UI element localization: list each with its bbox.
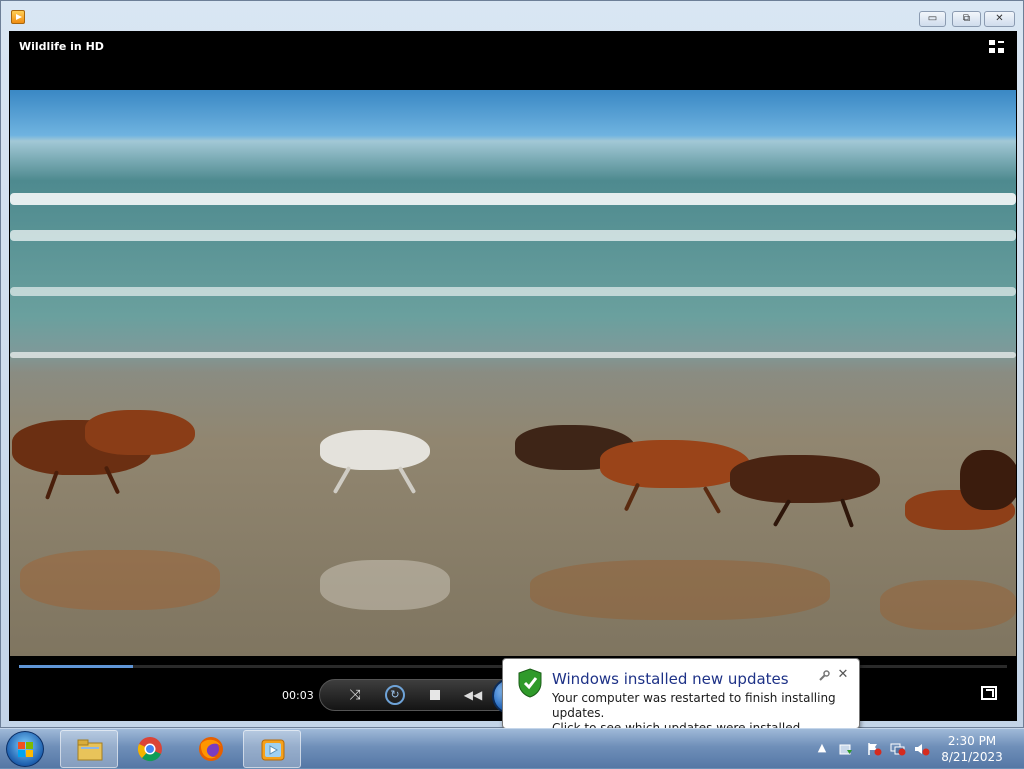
- firefox-icon: [199, 737, 223, 761]
- elapsed-time: 00:03: [282, 689, 314, 702]
- stop-button[interactable]: [425, 687, 445, 703]
- clock-date[interactable]: 8/21/2023: [926, 750, 1018, 764]
- chrome-icon: [137, 737, 162, 762]
- taskbar-firefox[interactable]: [182, 730, 240, 768]
- windows-update-icon[interactable]: [838, 742, 854, 756]
- update-notification-balloon[interactable]: Windows installed new updates Your compu…: [502, 658, 860, 743]
- switch-to-library-icon[interactable]: [989, 40, 1005, 54]
- notification-close-button[interactable]: ✕: [836, 668, 850, 682]
- taskbar-file-explorer[interactable]: [60, 730, 118, 768]
- now-playing-area: Wildlife in HD 00:03 ⤨ ↻ ◀◀: [9, 31, 1017, 721]
- media-player-icon: [261, 739, 285, 761]
- video-frame[interactable]: [10, 90, 1016, 656]
- repeat-button[interactable]: ↻: [385, 685, 405, 705]
- media-player-window: ▭ ⧉ ✕ Wildlife in HD 00:03 ⤨ ↻ ◀◀: [0, 0, 1024, 728]
- taskbar-media-player[interactable]: [243, 730, 301, 768]
- stop-icon: [430, 690, 440, 700]
- notification-title[interactable]: Windows installed new updates: [552, 670, 789, 688]
- close-window-button[interactable]: ✕: [984, 11, 1015, 27]
- restore-button[interactable]: ⧉: [952, 11, 981, 27]
- shuffle-button[interactable]: ⤨: [345, 687, 365, 703]
- windows-logo-icon: [18, 742, 25, 749]
- wrench-icon[interactable]: [818, 670, 830, 682]
- playback-controls: ⤨ ↻ ◀◀: [319, 678, 529, 714]
- seek-progress: [19, 665, 133, 668]
- minimize-button[interactable]: ▭: [919, 11, 946, 27]
- start-button[interactable]: [6, 731, 44, 767]
- taskbar: ▲ 2:30 PM 8/21/2023: [0, 728, 1024, 768]
- clock-time[interactable]: 2:30 PM: [926, 734, 1018, 748]
- notification-body-line1: Your computer was restarted to finish in…: [552, 691, 836, 720]
- fullscreen-button[interactable]: [981, 686, 997, 700]
- video-title: Wildlife in HD: [19, 40, 104, 53]
- folder-icon: [77, 739, 103, 761]
- action-center-flag-icon[interactable]: [866, 742, 882, 756]
- title-bar[interactable]: ▭ ⧉ ✕: [1, 1, 1023, 31]
- media-player-app-icon[interactable]: [11, 10, 25, 24]
- network-disconnected-icon[interactable]: [890, 742, 906, 756]
- previous-button[interactable]: ◀◀: [460, 687, 486, 703]
- security-shield-icon: [518, 668, 542, 698]
- show-hidden-icons-button[interactable]: ▲: [814, 741, 830, 755]
- taskbar-chrome[interactable]: [121, 730, 179, 768]
